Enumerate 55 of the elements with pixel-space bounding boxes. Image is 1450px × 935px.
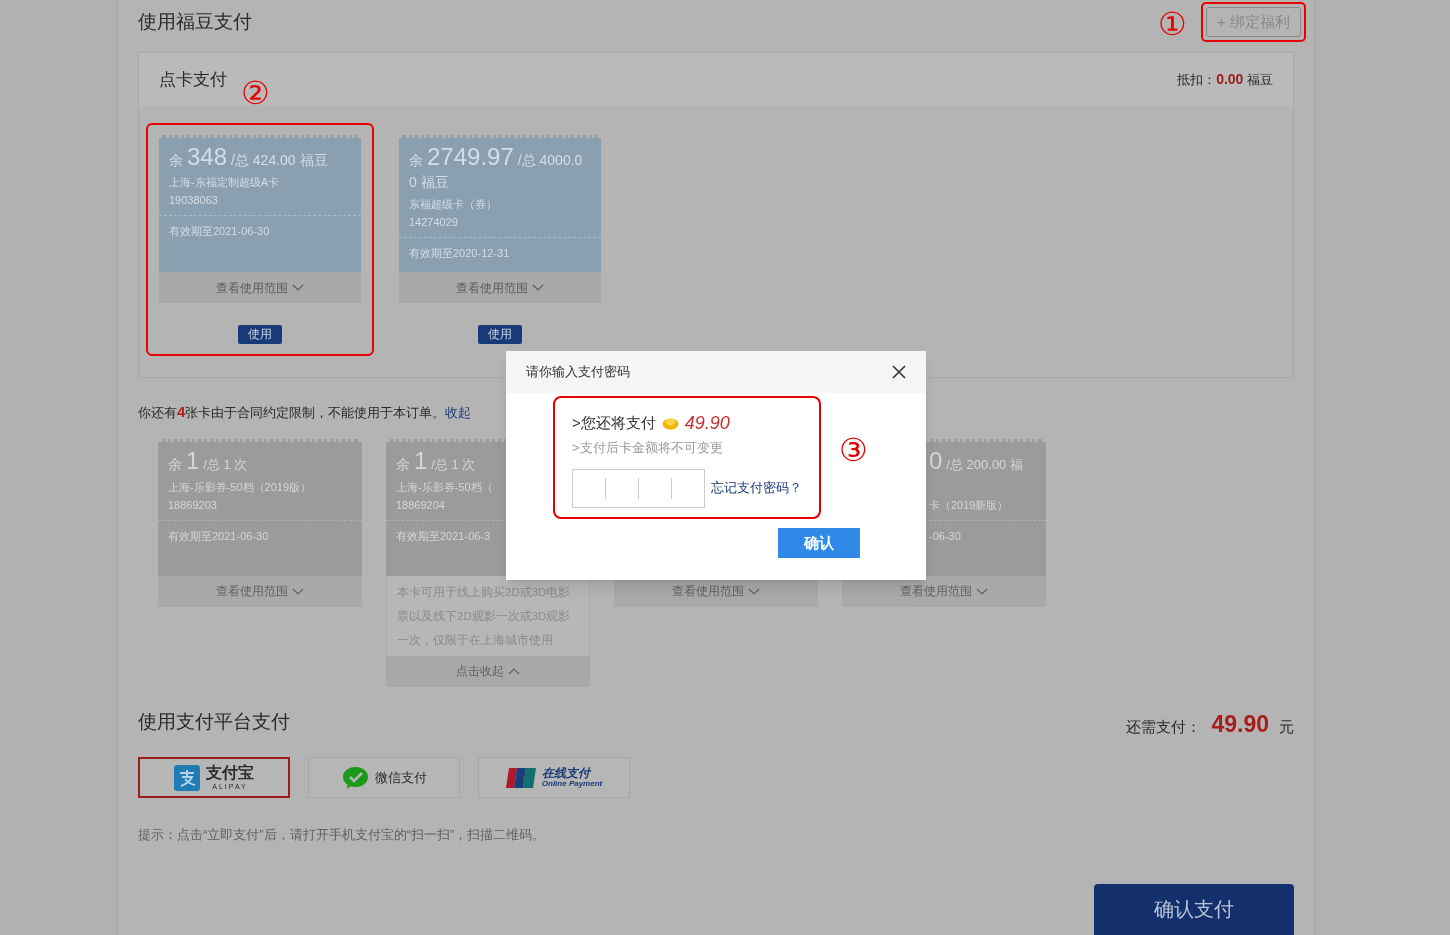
dialog-title: 请你输入支付密码 bbox=[526, 363, 630, 382]
card-expiry: 有效期至2020-12-31 bbox=[409, 246, 511, 261]
card-balance: 余 2749.97 /总 4000.00 福豆 bbox=[409, 146, 584, 192]
close-icon bbox=[892, 365, 906, 379]
unionpay-logo-icon bbox=[505, 767, 536, 788]
chevron-down-icon bbox=[292, 586, 304, 596]
card-balance: 余 348 /总 424.00 福豆 bbox=[169, 146, 329, 171]
wechat-option[interactable]: 微信支付 bbox=[308, 757, 460, 798]
chevron-down-icon bbox=[748, 586, 760, 596]
pay-note: >支付后卡金额将不可变更 bbox=[572, 439, 724, 457]
card-expiry: -06-30 bbox=[929, 528, 962, 544]
card-name: 东福超级卡（券） bbox=[409, 197, 498, 212]
forgot-password-link[interactable]: 忘记支付密码？ bbox=[711, 478, 802, 498]
coin-icon bbox=[661, 417, 679, 430]
chevron-up-icon bbox=[508, 666, 520, 676]
password-field[interactable] bbox=[572, 468, 705, 508]
amount-due-value: 49.90 bbox=[1211, 710, 1269, 739]
confirm-button[interactable]: 确认 bbox=[778, 528, 860, 558]
scope-toggle[interactable]: 点击收起 bbox=[386, 655, 590, 687]
collapse-link[interactable]: 收起 bbox=[445, 402, 472, 422]
payment-sublabel: Online Payment bbox=[541, 780, 603, 788]
amount-due-label: 还需支付： bbox=[1126, 717, 1202, 737]
chevron-down-icon bbox=[532, 283, 544, 292]
currency-unit: 元 bbox=[1279, 717, 1294, 737]
chevron-down-icon bbox=[292, 283, 304, 292]
use-button[interactable]: 使用 bbox=[478, 325, 522, 344]
section-title: 使用支付平台支付 bbox=[138, 710, 290, 734]
restriction-notice: 你还有4张卡由于合同约定限制，不能使用于本订单。 bbox=[138, 402, 446, 422]
panel-title: 点卡支付 bbox=[159, 68, 227, 91]
chevron-down-icon bbox=[976, 586, 988, 596]
scope-toggle[interactable]: 查看使用范围 bbox=[399, 272, 601, 303]
section-title: 使用福豆支付 bbox=[138, 10, 252, 34]
card-number: 14274029 bbox=[409, 215, 459, 230]
pay-amount: 49.90 bbox=[684, 412, 730, 435]
card-expiry: 有效期至2021-06-30 bbox=[169, 224, 271, 239]
card-number: 19038063 bbox=[169, 193, 219, 208]
unionpay-option[interactable]: 在线支付 Online Payment bbox=[478, 757, 630, 798]
payment-label: 在线支付 bbox=[541, 767, 590, 779]
confirm-payment-button[interactable]: 确认支付 bbox=[1094, 884, 1294, 935]
annotation-marker: ③ bbox=[839, 434, 868, 466]
annotation-marker: ② bbox=[241, 77, 270, 109]
card-number: 18869204 bbox=[396, 497, 446, 513]
alipay-logo-icon bbox=[174, 764, 200, 791]
card-name: 上海-东福定制超级A卡 bbox=[169, 175, 280, 190]
scope-toggle[interactable]: 查看使用范围 bbox=[159, 272, 361, 303]
payment-label: 微信支付 bbox=[374, 768, 427, 787]
card-number: 18869203 bbox=[168, 497, 218, 513]
pay-label: >您还将支付 bbox=[572, 413, 656, 434]
scope-toggle[interactable]: 查看使用范围 bbox=[158, 575, 362, 607]
annotation-marker: ① bbox=[1158, 8, 1188, 40]
use-button[interactable]: 使用 bbox=[238, 325, 282, 344]
payment-label: 支付宝 bbox=[206, 765, 254, 781]
deduction-text: 抵扣：0.00 福豆 bbox=[1177, 70, 1273, 89]
chat-check-icon bbox=[341, 765, 369, 790]
close-button[interactable] bbox=[892, 365, 906, 379]
